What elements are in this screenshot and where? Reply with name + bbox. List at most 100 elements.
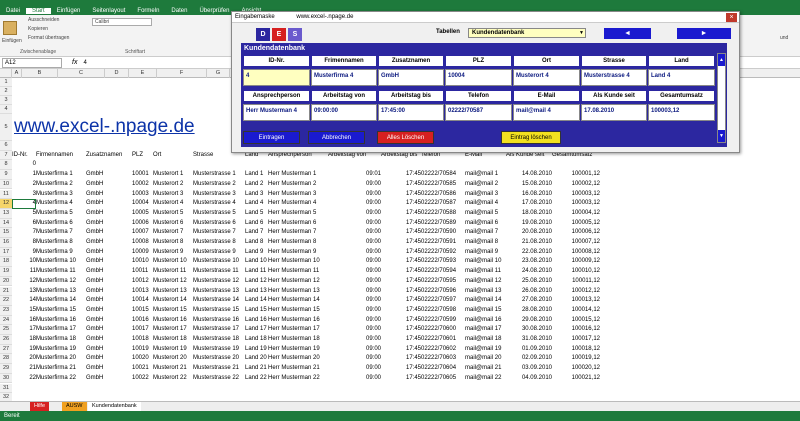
table-cell[interactable]: Musterort 16 (153, 316, 193, 325)
table-cell[interactable]: GmbH (86, 267, 132, 276)
table-cell[interactable]: Musterort 5 (153, 209, 193, 218)
table-cell[interactable]: Musterfirma 12 (36, 277, 86, 286)
table-cell[interactable]: 10014 (132, 296, 153, 305)
table-cell[interactable]: 14 (12, 296, 36, 305)
table-header[interactable]: ID-Nr. (12, 151, 36, 160)
table-cell[interactable]: Land 6 (245, 219, 268, 228)
row-header[interactable]: 13 (0, 208, 12, 219)
table-cell[interactable]: Herr Musterman 14 (268, 296, 328, 305)
table-cell[interactable]: Musterstrasse 15 (193, 306, 245, 315)
table-cell[interactable]: 10018 (132, 335, 153, 344)
table-cell[interactable]: mail@mail 22 (465, 374, 506, 383)
table-cell[interactable]: Musterfirma 2 (36, 180, 86, 189)
sheet-tab[interactable]: Kundendatenbank (88, 402, 141, 411)
table-cell[interactable]: 17:45 (381, 325, 421, 334)
table-cell[interactable]: 22.08.2010 (506, 248, 552, 257)
table-cell[interactable]: 17:45 (381, 190, 421, 199)
table-cell[interactable]: GmbH (86, 306, 132, 315)
table-cell[interactable]: mail@mail 5 (465, 209, 506, 218)
table-cell[interactable]: 02222/70605 (421, 374, 465, 383)
table-cell[interactable]: mail@mail 11 (465, 267, 506, 276)
table-cell[interactable]: 7 (12, 228, 36, 237)
field-input[interactable]: Musterort 4 (513, 69, 580, 86)
table-cell[interactable]: 100008,12 (552, 248, 600, 257)
row-header[interactable]: 11 (0, 189, 12, 200)
table-cell[interactable]: GmbH (86, 209, 132, 218)
table-cell[interactable]: Musterstrasse 20 (193, 354, 245, 363)
table-cell[interactable]: mail@mail 16 (465, 316, 506, 325)
form-scrollbar[interactable]: ▲ ▼ (717, 53, 726, 143)
table-cell[interactable]: 02.09.2010 (506, 354, 552, 363)
table-cell[interactable]: 17:45 (381, 228, 421, 237)
table-cell[interactable]: 09:00 (328, 209, 381, 218)
field-input[interactable]: 02222/70587 (445, 104, 512, 121)
table-cell[interactable]: 17:45 (381, 306, 421, 315)
table-cell[interactable]: Musterstrasse 7 (193, 228, 245, 237)
field-input[interactable]: 4 (243, 69, 310, 86)
table-cell[interactable]: 24.08.2010 (506, 267, 552, 276)
table-cell[interactable]: 02222/70587 (421, 199, 465, 208)
table-cell[interactable]: Musterfirma 11 (36, 267, 86, 276)
table-cell[interactable]: GmbH (86, 364, 132, 373)
table-cell[interactable]: 09:00 (328, 199, 381, 208)
table-cell[interactable]: Musterfirma 7 (36, 228, 86, 237)
table-cell[interactable]: 02222/70603 (421, 354, 465, 363)
alles-loeschen-button[interactable]: Alles Löschen (377, 131, 434, 144)
table-cell[interactable]: Musterort 2 (153, 180, 193, 189)
row-header[interactable]: 7 (0, 150, 12, 161)
table-cell[interactable]: Musterort 1 (153, 170, 193, 179)
table-cell[interactable]: 10010 (132, 257, 153, 266)
paste-button[interactable]: Einfügen (2, 38, 22, 44)
table-cell[interactable]: 17:45 (381, 238, 421, 247)
table-cell[interactable]: Herr Musterman 13 (268, 287, 328, 296)
select-all-corner[interactable] (0, 69, 12, 78)
table-cell[interactable]: 17:45 (381, 170, 421, 179)
row-header[interactable]: 27 (0, 344, 12, 355)
table-cell[interactable]: Musterort 12 (153, 277, 193, 286)
table-cell[interactable]: GmbH (86, 316, 132, 325)
table-cell[interactable]: 10019 (132, 345, 153, 354)
menu-item[interactable]: Seitenlayout (86, 8, 131, 14)
table-cell[interactable]: Musterort 17 (153, 325, 193, 334)
row-header[interactable]: 31 (0, 383, 12, 394)
table-cell[interactable]: Musterort 21 (153, 364, 193, 373)
table-cell[interactable]: Herr Musterman 4 (268, 199, 328, 208)
table-cell[interactable]: 100003,12 (552, 199, 600, 208)
table-cell[interactable]: 6 (12, 219, 36, 228)
table-cell[interactable]: 10013 (132, 287, 153, 296)
eintragen-button[interactable]: Eintragen (243, 131, 300, 144)
table-cell[interactable]: 19 (12, 345, 36, 354)
table-cell[interactable]: 02222/70585 (421, 180, 465, 189)
table-cell[interactable]: 15.08.2010 (506, 180, 552, 189)
field-input[interactable]: 17.08.2010 (581, 104, 647, 121)
table-cell[interactable]: Musterstrasse 8 (193, 238, 245, 247)
row-header[interactable]: 9 (0, 170, 12, 180)
table-cell[interactable]: GmbH (86, 354, 132, 363)
scroll-up-icon[interactable]: ▲ (718, 54, 725, 66)
table-cell[interactable]: Musterstrasse 22 (193, 374, 245, 383)
table-cell[interactable]: 5 (12, 209, 36, 218)
table-cell[interactable]: Herr Musterman 18 (268, 335, 328, 344)
table-cell[interactable]: GmbH (86, 180, 132, 189)
table-cell[interactable]: 10020 (132, 354, 153, 363)
table-cell[interactable]: 25.08.2010 (506, 277, 552, 286)
table-cell[interactable]: GmbH (86, 335, 132, 344)
table-cell[interactable]: 16.08.2010 (506, 190, 552, 199)
table-cell[interactable]: Herr Musterman 19 (268, 345, 328, 354)
table-cell[interactable]: Land 1 (245, 170, 268, 179)
table-cell[interactable]: Musterfirma 17 (36, 325, 86, 334)
name-box[interactable]: A12 (2, 57, 62, 68)
row-header[interactable]: 15 (0, 228, 12, 238)
table-cell[interactable]: 02222/70592 (421, 248, 465, 257)
table-cell[interactable]: 10021 (132, 364, 153, 373)
table-cell[interactable]: Musterstrasse 18 (193, 335, 245, 344)
table-cell[interactable]: 10017 (132, 325, 153, 334)
table-cell[interactable]: 10012 (132, 277, 153, 286)
table-cell[interactable]: Land 15 (245, 306, 268, 315)
table-cell[interactable]: Musterfirma 18 (36, 335, 86, 344)
font-name-select[interactable]: Calibri (92, 18, 152, 26)
table-cell[interactable]: Land 10 (245, 257, 268, 266)
table-cell[interactable]: 09:00 (328, 219, 381, 228)
table-cell[interactable]: Musterfirma 16 (36, 316, 86, 325)
table-cell[interactable]: 09:00 (328, 180, 381, 189)
